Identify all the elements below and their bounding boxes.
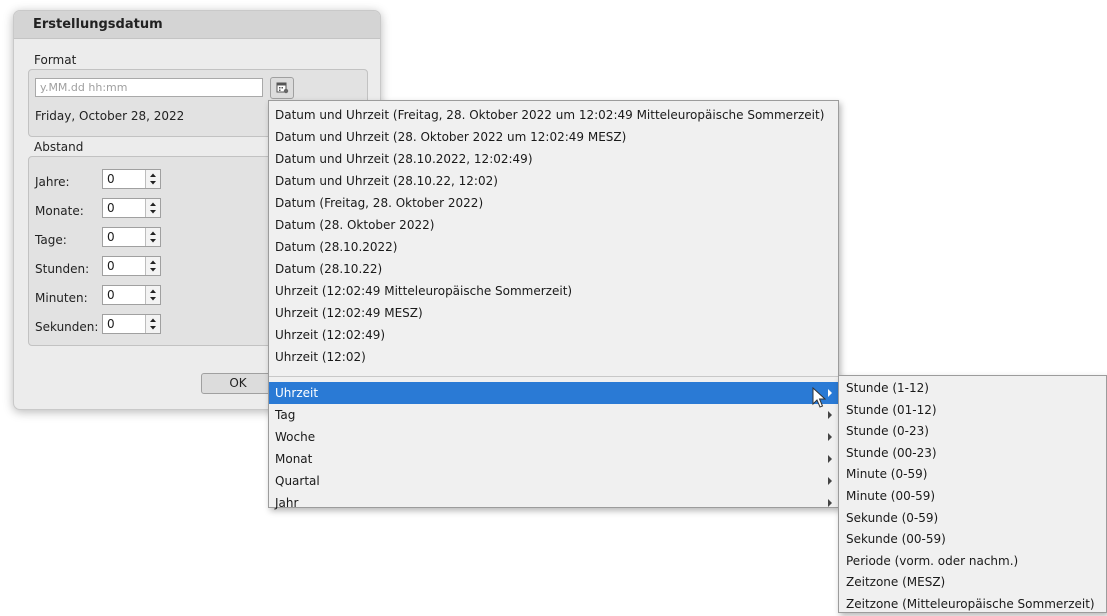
- submenu-arrow-icon: [828, 389, 832, 397]
- menu-item-preset[interactable]: Datum und Uhrzeit (28.10.2022, 12:02:49): [269, 148, 838, 170]
- menu-item-uhrzeit[interactable]: Uhrzeit: [269, 382, 838, 404]
- submenu-item[interactable]: Sekunde (0-59): [839, 508, 1106, 530]
- years-value: 0: [107, 172, 115, 186]
- years-spinbox[interactable]: 0: [102, 169, 161, 189]
- menu-item-preset[interactable]: Datum (28.10.22): [269, 258, 838, 280]
- days-value: 0: [107, 230, 115, 244]
- submenu-arrow-icon: [828, 499, 832, 507]
- menu-item-preset[interactable]: Datum und Uhrzeit (28. Oktober 2022 um 1…: [269, 126, 838, 148]
- minutes-spinbox[interactable]: 0: [102, 285, 161, 305]
- mouse-cursor-icon: [812, 387, 826, 408]
- seconds-label: Sekunden:: [35, 320, 99, 334]
- submenu-item[interactable]: Sekunde (00-59): [839, 529, 1106, 551]
- menu-item-preset[interactable]: Datum und Uhrzeit (28.10.22, 12:02): [269, 170, 838, 192]
- spin-arrows-icon[interactable]: [145, 257, 160, 275]
- submenu-item[interactable]: Stunde (01-12): [839, 400, 1106, 422]
- hours-label: Stunden:: [35, 262, 90, 276]
- spin-arrows-icon[interactable]: [145, 170, 160, 188]
- menu-item-preset[interactable]: Datum (28. Oktober 2022): [269, 214, 838, 236]
- offset-group-label: Abstand: [34, 140, 84, 154]
- submenu-item[interactable]: Periode (vorm. oder nachm.): [839, 551, 1106, 573]
- spin-arrows-icon[interactable]: [145, 228, 160, 246]
- menu-item-label: Jahr: [275, 496, 299, 510]
- menu-item-preset[interactable]: Uhrzeit (12:02:49 Mitteleuropäische Somm…: [269, 280, 838, 302]
- submenu-item[interactable]: Stunde (0-23): [839, 421, 1106, 443]
- submenu-arrow-icon: [828, 455, 832, 463]
- ok-button[interactable]: OK: [201, 373, 275, 394]
- months-label: Monate:: [35, 204, 84, 218]
- menu-item-preset[interactable]: Uhrzeit (12:02:49): [269, 324, 838, 346]
- spin-arrows-icon[interactable]: [145, 199, 160, 217]
- seconds-value: 0: [107, 317, 115, 331]
- menu-item-monat[interactable]: Monat: [269, 448, 838, 470]
- spin-arrows-icon[interactable]: [145, 286, 160, 304]
- hours-value: 0: [107, 259, 115, 273]
- time-submenu: Stunde (1-12) Stunde (01-12) Stunde (0-2…: [838, 375, 1107, 613]
- spin-arrows-icon[interactable]: [145, 315, 160, 333]
- format-input[interactable]: [35, 78, 263, 97]
- submenu-item[interactable]: Minute (00-59): [839, 486, 1106, 508]
- menu-item-label: Quartal: [275, 474, 320, 488]
- days-spinbox[interactable]: 0: [102, 227, 161, 247]
- minutes-label: Minuten:: [35, 291, 88, 305]
- hours-spinbox[interactable]: 0: [102, 256, 161, 276]
- years-label: Jahre:: [35, 175, 70, 189]
- submenu-item[interactable]: Minute (0-59): [839, 464, 1106, 486]
- submenu-item[interactable]: Stunde (00-23): [839, 443, 1106, 465]
- format-group-label: Format: [34, 53, 77, 67]
- menu-item-preset[interactable]: Datum (28.10.2022): [269, 236, 838, 258]
- minutes-value: 0: [107, 288, 115, 302]
- menu-item-jahr[interactable]: Jahr: [269, 492, 838, 514]
- submenu-item[interactable]: Zeitzone (MESZ): [839, 572, 1106, 594]
- format-preset-menu: Datum und Uhrzeit (Freitag, 28. Oktober …: [268, 100, 839, 510]
- menu-item-label: Woche: [275, 430, 316, 444]
- menu-item-label: Uhrzeit: [275, 386, 319, 400]
- calendar-icon: [276, 82, 289, 94]
- format-picker-button[interactable]: [270, 77, 294, 99]
- days-label: Tage:: [35, 233, 67, 247]
- format-preview: Friday, October 28, 2022: [35, 109, 185, 123]
- menu-item-preset[interactable]: Uhrzeit (12:02): [269, 346, 838, 368]
- menu-item-tag[interactable]: Tag: [269, 404, 838, 426]
- dialog-title: Erstellungsdatum: [14, 11, 380, 39]
- submenu-item[interactable]: Zeitzone (Mitteleuropäische Sommerzeit): [839, 594, 1106, 616]
- submenu-item[interactable]: Stunde (1-12): [839, 378, 1106, 400]
- submenu-arrow-icon: [828, 411, 832, 419]
- submenu-arrow-icon: [828, 433, 832, 441]
- menu-item-preset[interactable]: Uhrzeit (12:02:49 MESZ): [269, 302, 838, 324]
- seconds-spinbox[interactable]: 0: [102, 314, 161, 334]
- months-spinbox[interactable]: 0: [102, 198, 161, 218]
- menu-item-quartal[interactable]: Quartal: [269, 470, 838, 492]
- menu-separator: [269, 376, 838, 377]
- menu-item-preset[interactable]: Datum (Freitag, 28. Oktober 2022): [269, 192, 838, 214]
- months-value: 0: [107, 201, 115, 215]
- menu-item-woche[interactable]: Woche: [269, 426, 838, 448]
- menu-item-label: Tag: [275, 408, 296, 422]
- submenu-arrow-icon: [828, 477, 832, 485]
- menu-item-preset[interactable]: Datum und Uhrzeit (Freitag, 28. Oktober …: [269, 104, 838, 126]
- menu-item-label: Monat: [275, 452, 313, 466]
